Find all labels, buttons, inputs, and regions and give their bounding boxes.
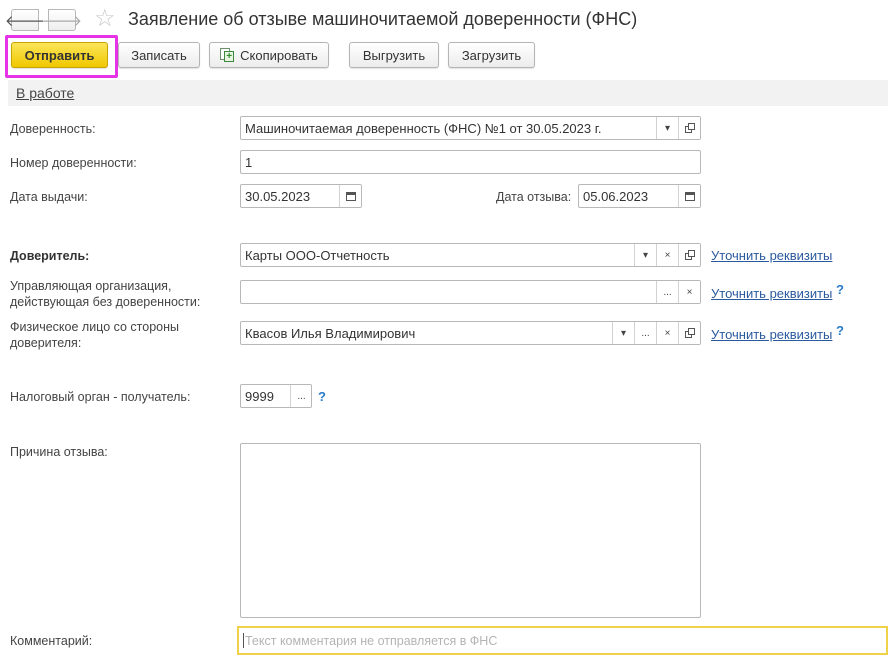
- power-of-attorney-value: Машиночитаемая доверенность (ФНС) №1 от …: [245, 121, 602, 136]
- ellipsis-icon: ...: [641, 327, 650, 339]
- ellipsis-icon: ...: [297, 390, 306, 402]
- managing-org-help-icon[interactable]: ?: [836, 282, 844, 297]
- open-button[interactable]: [678, 244, 700, 266]
- individual-help-icon[interactable]: ?: [836, 323, 844, 338]
- individual-field[interactable]: Квасов Илья Владимирович ▾ ... ×: [240, 321, 701, 345]
- import-button-label: Загрузить: [461, 47, 522, 63]
- text-cursor: [243, 633, 244, 648]
- status-link[interactable]: В работе: [16, 85, 74, 101]
- choose-button[interactable]: ...: [656, 281, 678, 303]
- number-value: 1: [245, 155, 253, 170]
- principal-label: Доверитель:: [10, 249, 90, 263]
- tax-authority-field[interactable]: 9999 ...: [240, 384, 312, 408]
- open-button[interactable]: [678, 117, 700, 139]
- import-button[interactable]: Загрузить: [448, 42, 535, 68]
- save-button[interactable]: Записать: [118, 42, 200, 68]
- dropdown-button[interactable]: ▾: [634, 244, 656, 266]
- individual-clarify-link[interactable]: Уточнить реквизиты: [711, 327, 832, 342]
- issue-date-value: 30.05.2023: [245, 189, 311, 204]
- dropdown-button[interactable]: ▾: [656, 117, 678, 139]
- comment-label: Комментарий:: [10, 634, 93, 648]
- individual-label-line1: Физическое лицо со стороны: [10, 320, 180, 334]
- export-button[interactable]: Выгрузить: [349, 42, 439, 68]
- principal-value: Карты ООО-Отчетность: [245, 248, 390, 263]
- choose-button[interactable]: ...: [634, 322, 656, 344]
- clear-button[interactable]: ×: [656, 244, 678, 266]
- dropdown-button[interactable]: ▾: [612, 322, 634, 344]
- send-button-label: Отправить: [24, 47, 95, 63]
- arrow-left-icon: 🡐: [4, 12, 46, 30]
- principal-field[interactable]: Карты ООО-Отчетность ▾ ×: [240, 243, 701, 267]
- revoke-date-field[interactable]: 05.06.2023: [578, 184, 701, 208]
- issue-date-label: Дата выдачи:: [10, 190, 88, 204]
- calendar-button[interactable]: [678, 185, 700, 207]
- clear-button[interactable]: ×: [656, 322, 678, 344]
- number-field[interactable]: 1: [240, 150, 701, 174]
- tax-authority-value: 9999: [245, 389, 274, 404]
- chevron-down-icon: ▾: [642, 249, 649, 261]
- power-of-attorney-field[interactable]: Машиночитаемая доверенность (ФНС) №1 от …: [240, 116, 701, 140]
- open-icon: [684, 250, 695, 260]
- revoke-date-label: Дата отзыва:: [496, 190, 572, 204]
- comment-input[interactable]: Текст комментария не отправляется в ФНС: [237, 626, 888, 655]
- issue-date-field[interactable]: 30.05.2023: [240, 184, 362, 208]
- calendar-button[interactable]: [339, 185, 361, 207]
- reason-label: Причина отзыва:: [10, 445, 108, 459]
- copy-icon: +: [220, 48, 235, 62]
- reason-textarea[interactable]: [240, 443, 701, 618]
- principal-clarify-link[interactable]: Уточнить реквизиты: [711, 248, 832, 263]
- calendar-icon: [684, 191, 695, 201]
- number-label: Номер доверенности:: [10, 156, 137, 170]
- ellipsis-icon: ...: [663, 286, 672, 298]
- chevron-down-icon: ▾: [664, 122, 671, 134]
- status-bar: В работе: [8, 80, 888, 106]
- power-of-attorney-label: Доверенность:: [10, 122, 96, 136]
- arrow-right-icon: 🡒: [41, 12, 83, 30]
- page-title: Заявление об отзыве машиночитаемой довер…: [128, 9, 638, 29]
- close-icon: ×: [686, 286, 693, 298]
- managing-org-clarify-link[interactable]: Уточнить реквизиты: [711, 286, 832, 301]
- individual-label-line2: доверителя:: [10, 336, 82, 350]
- managing-org-label-line1: Управляющая организация,: [10, 279, 172, 293]
- forward-button[interactable]: 🡒: [42, 9, 82, 31]
- back-button[interactable]: 🡐: [5, 9, 45, 31]
- open-button[interactable]: [678, 322, 700, 344]
- clear-button[interactable]: ×: [678, 281, 700, 303]
- copy-button-label: Скопировать: [240, 47, 318, 63]
- export-button-label: Выгрузить: [362, 47, 426, 63]
- revoke-date-value: 05.06.2023: [583, 189, 649, 204]
- copy-button[interactable]: + Скопировать: [209, 42, 329, 68]
- managing-org-label-line2: действующая без доверенности:: [10, 295, 201, 309]
- send-button[interactable]: Отправить: [11, 42, 108, 68]
- close-icon: ×: [664, 249, 671, 261]
- managing-org-field[interactable]: ... ×: [240, 280, 701, 304]
- calendar-icon: [345, 191, 356, 201]
- individual-value: Квасов Илья Владимирович: [245, 326, 416, 341]
- chevron-down-icon: ▾: [620, 327, 627, 339]
- close-icon: ×: [664, 327, 671, 339]
- favorite-star-icon[interactable]: ☆: [94, 6, 116, 32]
- choose-button[interactable]: ...: [290, 385, 311, 407]
- save-button-label: Записать: [131, 47, 187, 63]
- tax-authority-help-icon[interactable]: ?: [318, 389, 326, 404]
- open-icon: [684, 123, 695, 133]
- tax-authority-label: Налоговый орган - получатель:: [10, 390, 191, 404]
- open-icon: [684, 328, 695, 338]
- comment-placeholder: Текст комментария не отправляется в ФНС: [245, 634, 498, 648]
